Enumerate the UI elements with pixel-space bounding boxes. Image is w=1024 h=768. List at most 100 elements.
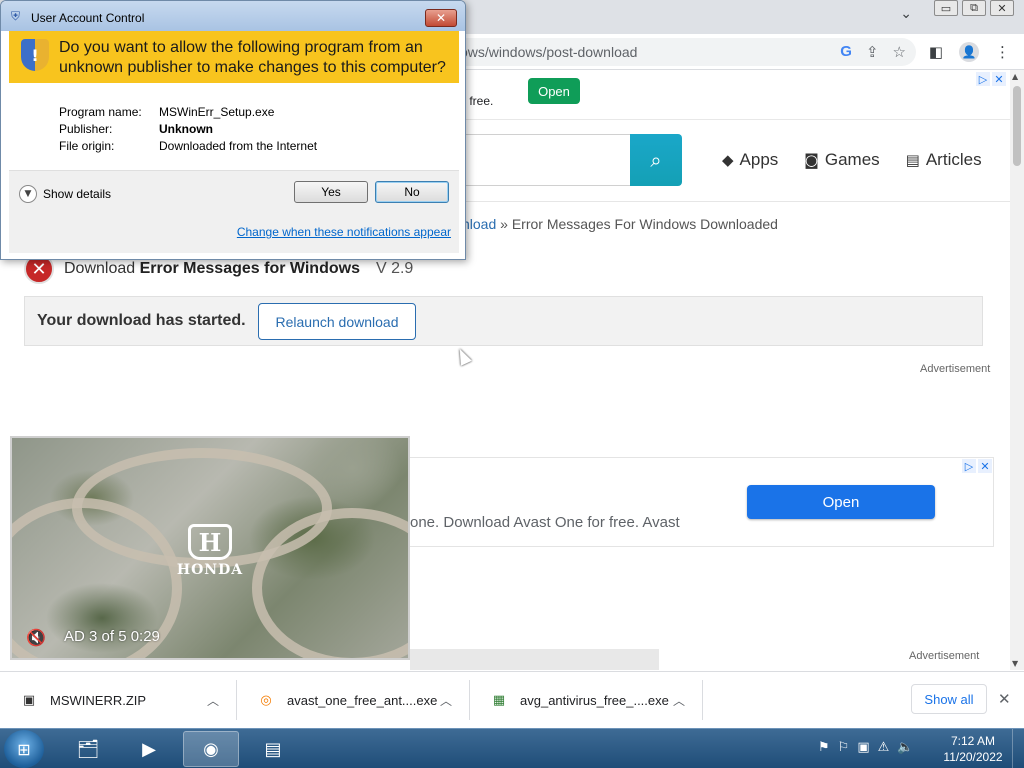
site-search-button[interactable]: ⌕ xyxy=(630,134,682,186)
uac-title: User Account Control xyxy=(31,11,145,25)
uac-shield-warning-icon: ! xyxy=(21,39,49,71)
video-ad-player[interactable]: H HONDA 🔇 AD 3 of 5 0:29 xyxy=(10,436,410,660)
uac-key: Program name: xyxy=(59,105,142,119)
page-title: Download Error Messages for Windows xyxy=(64,260,360,277)
show-all-downloads-button[interactable]: Show all xyxy=(911,684,987,714)
ad-close-icon[interactable]: ✕ xyxy=(978,459,992,473)
flag-icon[interactable]: ⚐ xyxy=(838,740,850,755)
mute-icon[interactable]: 🔇 xyxy=(26,628,46,647)
minimize-button[interactable]: ▭ xyxy=(934,0,958,16)
uac-warning-banner: ! Do you want to allow the following pro… xyxy=(9,31,459,83)
clock-time: 7:12 AM xyxy=(950,734,996,748)
ad-info-icon[interactable]: ▷ xyxy=(962,459,976,473)
ad-choices[interactable]: ▷ ✕ xyxy=(962,459,992,473)
download-item[interactable]: ◎ avast_one_free_ant....exe ︿ xyxy=(237,680,470,720)
relaunch-download-button[interactable]: Relaunch download xyxy=(258,303,416,340)
tab-search-chevron-icon[interactable]: ⌄ xyxy=(900,6,912,22)
gamepad-icon: ◙ xyxy=(804,151,819,169)
site-search-input[interactable] xyxy=(440,134,630,186)
address-bar-url[interactable]: ows/windows/post-download xyxy=(460,44,637,60)
uac-yes-button[interactable]: Yes xyxy=(294,181,368,203)
breadcrumb: nload » Error Messages For Windows Downl… xyxy=(462,216,778,232)
uac-row-publisher: Publisher: Unknown xyxy=(59,122,213,136)
chrome-icon[interactable]: ◉ xyxy=(183,731,239,767)
breadcrumb-link[interactable]: nload xyxy=(462,216,496,232)
uac-value: Unknown xyxy=(159,122,213,136)
media-player-icon[interactable]: ▶ xyxy=(121,731,177,767)
scroll-thumb[interactable] xyxy=(1013,86,1021,166)
share-icon[interactable]: ⇪ xyxy=(866,43,879,61)
show-details-toggle[interactable]: ▼ Show details xyxy=(19,185,111,203)
apps-icon: ◆ xyxy=(722,151,734,169)
breadcrumb-current: Error Messages For Windows Downloaded xyxy=(511,216,778,232)
avast-ad: one. Download Avast One for free. Avast … xyxy=(410,457,994,547)
side-panel-icon[interactable]: ◧ xyxy=(929,43,943,61)
profile-avatar-icon[interactable]: 👤 xyxy=(959,42,979,62)
ad-close-icon[interactable]: ✕ xyxy=(992,72,1006,86)
download-filename: avg_antivirus_free_....exe xyxy=(520,692,669,708)
action-center-icon[interactable]: ⚑ xyxy=(818,740,830,755)
windows-taskbar: ⊞ 🗂 ▶ ◉ ▤ ⚑ ⚐ ▣ ⚠ 🔈 7:12 AM 11/20/2022 xyxy=(0,728,1024,768)
nav-item-apps[interactable]: ◆ Apps xyxy=(722,150,778,170)
volume-icon[interactable]: 🔈 xyxy=(897,740,913,755)
menu-kebab-icon[interactable]: ⋮ xyxy=(995,43,1010,61)
chevron-up-icon[interactable]: ︿ xyxy=(207,692,219,709)
close-shelf-icon[interactable]: ✕ xyxy=(998,690,1011,708)
avast-icon: ◎ xyxy=(260,692,272,708)
top-ad-open-button[interactable]: Open xyxy=(528,78,580,104)
bookmark-star-icon[interactable]: ☆ xyxy=(893,43,906,61)
uac-key: Publisher: xyxy=(59,122,113,136)
google-lens-icon[interactable]: G xyxy=(840,43,852,61)
uac-question: Do you want to allow the following progr… xyxy=(59,39,446,76)
nav-item-games[interactable]: ◙ Games xyxy=(804,150,879,170)
avast-ad-text: one. Download Avast One for free. Avast xyxy=(410,514,680,531)
uac-footer: ▼ Show details Yes No Change when these … xyxy=(9,171,459,253)
installer-icon[interactable]: ▤ xyxy=(245,731,301,767)
download-item[interactable]: ▦ avg_antivirus_free_....exe ︿ xyxy=(470,680,703,720)
advertisement-label: Advertisement xyxy=(909,650,980,662)
zip-file-icon: ▣ xyxy=(22,692,36,708)
search-icon: ⌕ xyxy=(650,148,662,172)
chevron-up-icon[interactable]: ︿ xyxy=(673,692,685,709)
advertisement-label: Advertisement xyxy=(920,363,991,375)
uac-no-button[interactable]: No xyxy=(375,181,449,203)
nav-item-articles[interactable]: ▤ Articles xyxy=(906,150,982,170)
download-item[interactable]: ▣ MSWINERR.ZIP ︿ xyxy=(0,680,237,720)
clock[interactable]: 7:12 AM 11/20/2022 xyxy=(936,733,1010,765)
uac-row-program: Program name: MSWinErr_Setup.exe xyxy=(59,105,274,119)
uac-value: MSWinErr_Setup.exe xyxy=(159,105,275,119)
version-label: V 2.9 xyxy=(375,260,414,277)
system-tray: ⚑ ⚐ ▣ ⚠ 🔈 xyxy=(818,740,913,755)
address-bar[interactable]: ows/windows/post-download G ⇪ ☆ xyxy=(440,38,916,66)
ad-choices[interactable]: ▷ ✕ xyxy=(976,72,1006,86)
start-button[interactable]: ⊞ xyxy=(4,730,44,768)
uac-close-button[interactable]: ✕ xyxy=(425,9,457,27)
avg-icon: ▦ xyxy=(492,692,506,708)
restore-button[interactable]: ⧉ xyxy=(962,0,986,16)
nav-label: Games xyxy=(824,150,880,169)
scroll-down-arrow-icon[interactable]: ▼ xyxy=(1012,659,1018,668)
toolbar-right: ◧ 👤 ⋮ xyxy=(929,42,1010,62)
uac-notification-settings-link[interactable]: Change when these notifications appear xyxy=(237,225,451,239)
download-status-banner: Your download has started. Relaunch down… xyxy=(24,296,983,346)
honda-h-icon: H xyxy=(188,524,232,560)
scroll-up-arrow-icon[interactable]: ▲ xyxy=(1012,72,1018,81)
chevron-up-icon[interactable]: ︿ xyxy=(440,692,452,709)
uac-dialog: ⛨ User Account Control ✕ ! Do you want t… xyxy=(0,0,466,260)
honda-wordmark: HONDA xyxy=(176,562,244,578)
clock-date: 11/20/2022 xyxy=(943,750,1003,764)
page-scrollbar[interactable]: ▲ ▼ xyxy=(1010,70,1024,670)
uac-value: Downloaded from the Internet xyxy=(159,139,318,153)
close-window-button[interactable]: ✕ xyxy=(990,0,1014,16)
security-warning-icon[interactable]: ⚠ xyxy=(878,740,890,755)
avast-ad-open-button[interactable]: Open xyxy=(747,485,935,519)
window-controls: ▭ ⧉ ✕ xyxy=(934,0,1014,18)
uac-key: File origin: xyxy=(59,139,115,153)
omnibox-icons: G ⇪ ☆ xyxy=(840,43,906,61)
network-icon[interactable]: ▣ xyxy=(857,740,869,755)
nav-label: Articles xyxy=(925,150,982,169)
uac-titlebar: ⛨ User Account Control ✕ xyxy=(1,1,465,31)
show-desktop-button[interactable] xyxy=(1012,729,1024,768)
ad-info-icon[interactable]: ▷ xyxy=(976,72,990,86)
explorer-icon[interactable]: 🗂 xyxy=(60,731,116,767)
